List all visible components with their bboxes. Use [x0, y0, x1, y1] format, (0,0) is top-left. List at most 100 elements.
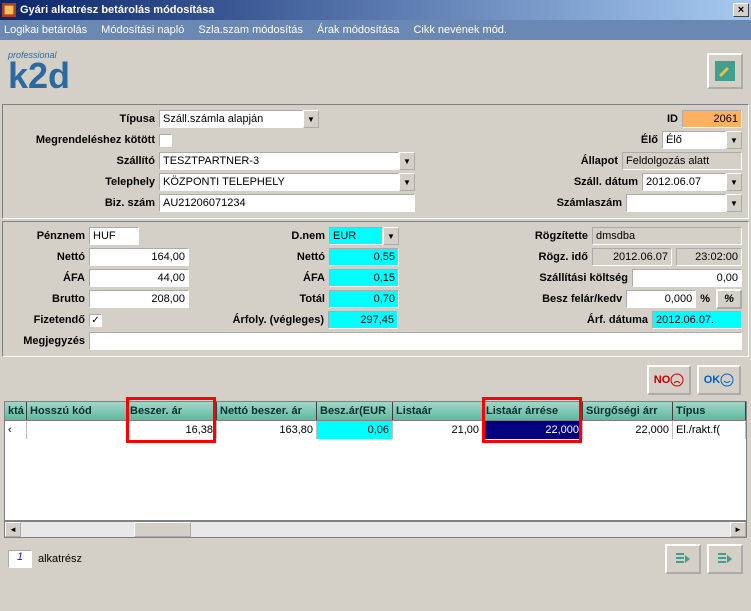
- megrend-label: Megrendeléshez kötött: [9, 134, 159, 146]
- menu-item-logikai[interactable]: Logikai betárolás: [4, 24, 87, 36]
- smile-icon: [720, 373, 734, 387]
- szallito-label: Szállító: [9, 155, 159, 167]
- dnem-value: EUR: [329, 227, 383, 245]
- close-button[interactable]: ×: [733, 3, 749, 17]
- scroll-thumb[interactable]: [134, 522, 191, 537]
- total-label: Totál: [259, 293, 329, 305]
- bizszam-label: Biz. szám: [9, 197, 159, 209]
- scroll-left-icon[interactable]: ◄: [5, 522, 21, 537]
- chevron-down-icon[interactable]: ▼: [399, 173, 415, 191]
- next-page-button[interactable]: [707, 544, 743, 574]
- id-value: 2061: [682, 110, 742, 128]
- netto2-value[interactable]: 0,55: [329, 248, 399, 266]
- no-label: NO: [654, 374, 671, 386]
- scroll-right-icon[interactable]: ►: [730, 522, 746, 537]
- menu-item-modositasi[interactable]: Módosítási napló: [101, 24, 184, 36]
- col-hosszu-kod[interactable]: Hosszú kód: [27, 402, 127, 420]
- total-value[interactable]: 0,70: [329, 290, 399, 308]
- beszfelar-label: Besz felár/kedv: [516, 293, 626, 305]
- arfdatum-value[interactable]: 2012.06.07.: [652, 311, 742, 329]
- frown-icon: [670, 373, 684, 387]
- col-beszer-ar[interactable]: Beszer. ár: [127, 402, 217, 420]
- szamlaszam-lookup-icon[interactable]: ▼: [726, 194, 742, 212]
- chevron-down-icon[interactable]: ▼: [383, 227, 399, 245]
- no-button[interactable]: NO: [647, 365, 691, 395]
- menu-item-cikknev[interactable]: Cikk nevének mód.: [413, 24, 507, 36]
- col-besz-ar-eur[interactable]: Besz.ár(EUR: [317, 402, 393, 420]
- megrend-checkbox[interactable]: [159, 134, 172, 147]
- pager-label: alkatrész: [38, 553, 82, 565]
- col-netto-beszer[interactable]: Nettó beszer. ár: [217, 402, 317, 420]
- penznem-value[interactable]: HUF: [89, 227, 139, 245]
- cell-netto-beszer: 163,80: [217, 421, 317, 439]
- megjegy-value[interactable]: [89, 332, 742, 350]
- percent-button-label: %: [724, 293, 734, 305]
- logo: professional k2d: [8, 50, 70, 92]
- horizontal-scrollbar[interactable]: ◄ ►: [4, 521, 747, 538]
- col-kta[interactable]: ktá: [5, 402, 27, 420]
- fizetendo-checkbox[interactable]: ✓: [89, 314, 102, 327]
- arfoly-label: Árfoly. (végleges): [172, 314, 328, 326]
- table-row[interactable]: ‹ 16,38 163,80 0,06 21,00 22,000 22,000 …: [5, 421, 746, 439]
- penznem-label: Pénznem: [9, 230, 89, 242]
- ok-label: OK: [704, 374, 721, 386]
- brutto-label: Brutto: [9, 293, 89, 305]
- col-listaar[interactable]: Listaár: [393, 402, 483, 420]
- allapot-label: Állapot: [562, 155, 622, 167]
- pager: 1 alkatrész: [8, 550, 82, 568]
- szallito-value[interactable]: TESZTPARTNER-3: [159, 152, 399, 170]
- telephely-combo[interactable]: KÖZPONTI TELEPHELY ▼: [159, 173, 415, 191]
- logo-title: k2d: [8, 60, 70, 92]
- items-grid: ktá Hosszú kód Beszer. ár Nettó beszer. …: [4, 401, 747, 538]
- netto-value[interactable]: 164,00: [89, 248, 189, 266]
- menu-item-szlaszam[interactable]: Szla.szam módosítás: [198, 24, 303, 36]
- ok-button[interactable]: OK: [697, 365, 741, 395]
- cell-surgosegi: 22,000: [583, 421, 673, 439]
- grid-body[interactable]: ‹ 16,38 163,80 0,06 21,00 22,000 22,000 …: [4, 421, 747, 521]
- chevron-down-icon[interactable]: ▼: [726, 131, 742, 149]
- bizszam-value[interactable]: AU21206071234: [159, 194, 415, 212]
- elo-combo[interactable]: Élő ▼: [662, 131, 742, 149]
- arfoly-value[interactable]: 297,45: [328, 311, 398, 329]
- beszfelar-value[interactable]: 0,000: [626, 290, 696, 308]
- rogzido-date: 2012.06.07: [592, 248, 672, 266]
- col-listaar-arres[interactable]: Listaár árrése: [483, 402, 583, 420]
- chevron-down-icon[interactable]: ▼: [303, 110, 319, 128]
- telephely-label: Telephely: [9, 176, 159, 188]
- title-bar: Gyári alkatrész betárolás módosítása ×: [0, 0, 751, 20]
- id-label: ID: [642, 113, 682, 125]
- szalldatum-combo[interactable]: 2012.06.07 ▼: [642, 173, 742, 191]
- arrow-right-list-icon: [716, 552, 734, 566]
- elo-value: Élő: [662, 131, 726, 149]
- szalldatum-value: 2012.06.07: [642, 173, 726, 191]
- szamlaszam-label: Számlaszám: [536, 197, 626, 209]
- page-number[interactable]: 1: [8, 550, 32, 568]
- cell-beszer-ar: 16,38: [127, 421, 217, 439]
- col-surgosegi[interactable]: Sürgőségi árr: [583, 402, 673, 420]
- menu-item-arak[interactable]: Árak módosítása: [317, 24, 400, 36]
- window-title: Gyári alkatrész betárolás módosítása: [20, 4, 214, 16]
- cell-listaar-arres: 22,000: [483, 421, 583, 439]
- afa2-value[interactable]: 0,15: [329, 269, 399, 287]
- edit-button[interactable]: [707, 53, 743, 89]
- tipusa-combo[interactable]: Száll.számla alapján ▼: [159, 110, 319, 128]
- megjegy-label: Megjegyzés: [9, 335, 89, 347]
- pencil-icon: [715, 61, 735, 81]
- prev-page-button[interactable]: [665, 544, 701, 574]
- szamlaszam-value[interactable]: [626, 194, 726, 212]
- percent-button[interactable]: %: [716, 289, 742, 309]
- dnem-combo[interactable]: EUR ▼: [329, 227, 399, 245]
- menu-bar: Logikai betárolás Módosítási napló Szla.…: [0, 20, 751, 40]
- percent-label: %: [700, 293, 710, 305]
- brutto-value[interactable]: 208,00: [89, 290, 189, 308]
- szallktg-value[interactable]: 0,00: [632, 269, 742, 287]
- afa-value[interactable]: 44,00: [89, 269, 189, 287]
- rogzitette-value: dmsdba: [592, 227, 742, 245]
- dnem-label: D.nem: [259, 230, 329, 242]
- col-tipus[interactable]: Típus: [673, 402, 746, 420]
- szallito-lookup-icon[interactable]: ▼: [399, 152, 415, 170]
- grid-header: ktá Hosszú kód Beszer. ár Nettó beszer. …: [4, 401, 747, 421]
- toolbar: professional k2d: [0, 40, 751, 102]
- scroll-track[interactable]: [21, 522, 730, 537]
- chevron-down-icon[interactable]: ▼: [726, 173, 742, 191]
